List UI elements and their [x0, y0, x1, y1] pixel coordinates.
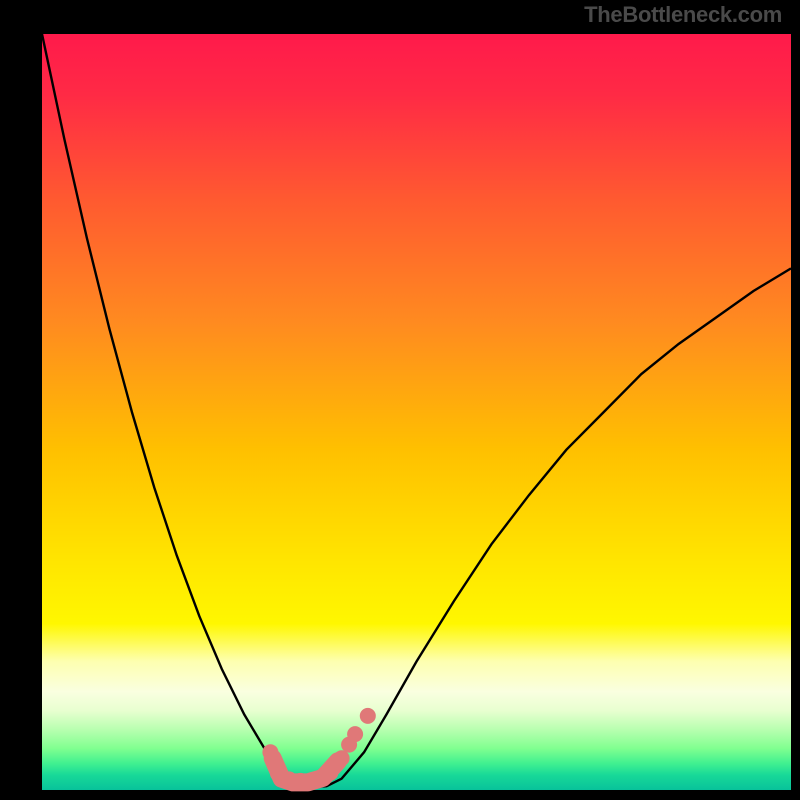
curve-marker	[322, 765, 338, 781]
figure-viewport: TheBottleneck.com	[0, 0, 800, 800]
watermark-text: TheBottleneck.com	[584, 2, 782, 28]
chart-gradient-bg	[42, 34, 791, 790]
curve-marker	[304, 772, 320, 788]
curve-marker	[334, 750, 350, 766]
curve-marker	[360, 708, 376, 724]
bottleneck-chart	[0, 0, 800, 800]
curve-marker	[347, 726, 363, 742]
curve-marker	[262, 744, 278, 760]
